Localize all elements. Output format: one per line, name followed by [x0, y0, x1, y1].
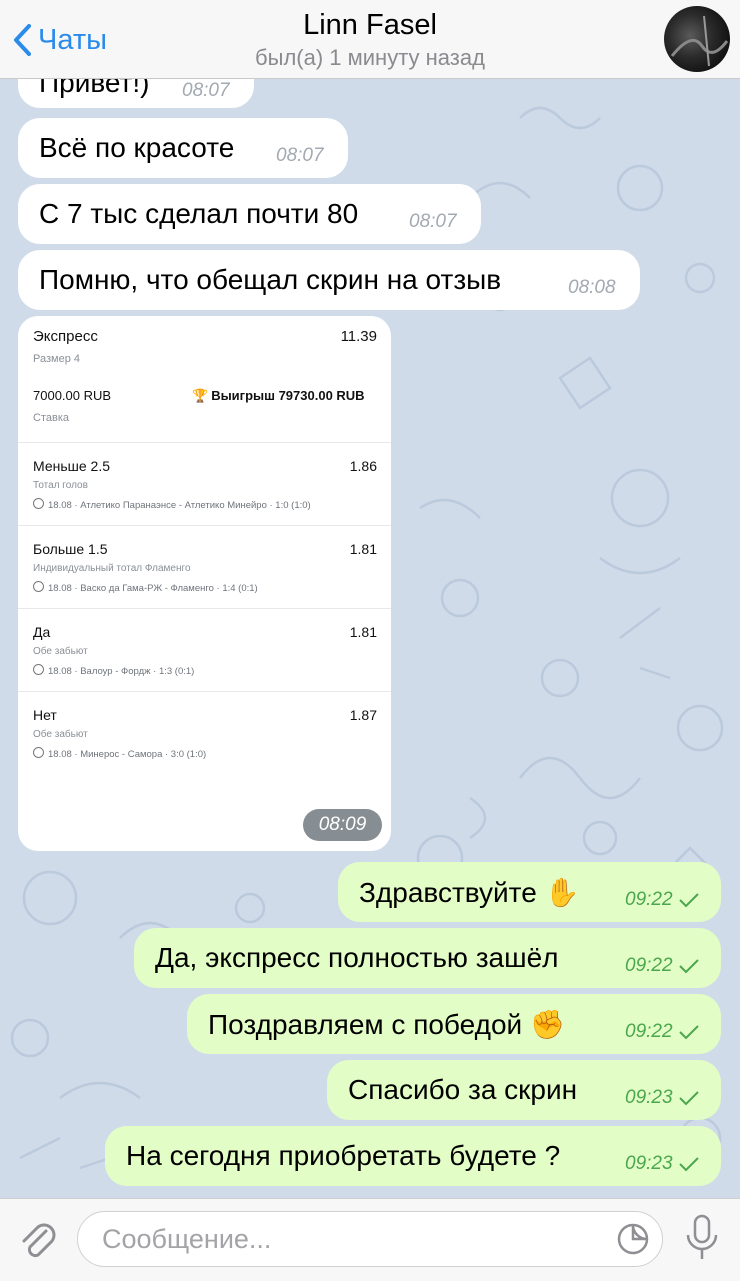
image-time: 08:09 — [303, 809, 382, 841]
win-amount: 🏆 Выигрыш 79730.00 RUB — [192, 388, 365, 404]
bet-selection: Меньше 2.5 — [33, 458, 110, 474]
incoming-message[interactable]: Помню, что обещал скрин на отзыв 08:08 — [18, 250, 640, 310]
bet-selection: Больше 1.5 — [33, 541, 108, 557]
message-time: 08:07 — [182, 80, 230, 101]
outgoing-message[interactable]: Да, экспресс полностью зашёл 09:22 — [134, 928, 721, 988]
bet-row: Больше 1.5 1.81 Индивидуальный тотал Фла… — [18, 541, 391, 623]
read-check-icon — [679, 893, 699, 908]
match-text: 18.08 · Атлетико Паранаэнсе - Атлетико М… — [48, 500, 311, 511]
message-text: Помню, что обещал скрин на отзыв — [39, 264, 502, 295]
bet-screenshot-image[interactable]: Экспресс 11.39 Размер 4 7000.00 RUB Став… — [18, 316, 391, 851]
bet-market: Тотал голов — [33, 480, 88, 491]
outgoing-message[interactable]: Поздравляем с победой ✊ 09:22 — [187, 994, 721, 1054]
win-text: Выигрыш 79730.00 RUB — [211, 388, 365, 403]
message-input[interactable] — [100, 1212, 604, 1267]
contact-status: был(а) 1 минуту назад — [255, 45, 485, 70]
message-text: С 7 тыс сделал почти 80 — [39, 198, 359, 229]
divider — [18, 608, 391, 609]
match-text: 18.08 · Валоур - Фордж · 1:3 (0:1) — [48, 666, 195, 677]
avatar[interactable] — [664, 6, 730, 72]
message-text: Поздравляем с победой ✊ — [208, 1009, 565, 1040]
stake-amount: 7000.00 RUB — [33, 388, 112, 403]
bet-row: Меньше 2.5 1.86 Тотал голов 18.08 · Атле… — [18, 458, 391, 540]
message-text: На сегодня приобретать будете ? — [126, 1140, 561, 1171]
contact-name[interactable]: Linn Fasel — [0, 9, 740, 42]
message-time: 09:22 — [625, 1021, 673, 1042]
express-title: Экспресс — [33, 328, 98, 345]
match-text: 18.08 · Минерос - Самора · 3:0 (1:0) — [48, 749, 207, 760]
message-time: 09:23 — [625, 1153, 673, 1174]
bet-market: Обе забьют — [33, 646, 88, 657]
read-check-icon — [679, 1091, 699, 1106]
bet-odd: 1.81 — [349, 541, 377, 557]
express-size: Размер 4 — [33, 353, 80, 365]
message-time: 08:08 — [568, 277, 616, 298]
microphone-icon[interactable] — [684, 1213, 720, 1263]
divider — [18, 442, 391, 443]
bet-row: Да 1.81 Обе забьют 18.08 · Валоур - Форд… — [18, 624, 391, 706]
bet-odd: 1.81 — [349, 624, 377, 640]
football-icon — [33, 498, 44, 509]
message-text: Спасибо за скрин — [348, 1074, 578, 1105]
bet-row: Нет 1.87 Обе забьют 18.08 · Минерос - Са… — [18, 707, 391, 789]
incoming-message[interactable]: Всё по красоте 08:07 — [18, 118, 348, 178]
message-time: 08:07 — [276, 145, 324, 166]
bet-selection: Да — [33, 624, 51, 640]
football-icon — [33, 664, 44, 675]
chat-header: Чаты Linn Fasel был(а) 1 минуту назад — [0, 0, 740, 79]
message-time: 09:22 — [625, 955, 673, 976]
trophy-icon: 🏆 — [192, 388, 209, 403]
match-text: 18.08 · Васко да Гама-РЖ - Фламенго · 1:… — [48, 583, 258, 594]
sticker-icon[interactable] — [616, 1222, 650, 1256]
divider — [18, 691, 391, 692]
bet-selection: Нет — [33, 707, 57, 723]
read-check-icon — [679, 1157, 699, 1172]
message-time: 09:22 — [625, 889, 673, 910]
message-time: 08:07 — [409, 211, 457, 232]
bet-market: Обе забьют — [33, 729, 88, 740]
message-text: Да, экспресс полностью зашёл — [155, 942, 559, 973]
outgoing-message[interactable]: На сегодня приобретать будете ? 09:23 — [105, 1126, 721, 1186]
bet-match: 18.08 · Валоур - Фордж · 1:3 (0:1) — [33, 664, 194, 677]
read-check-icon — [679, 1025, 699, 1040]
attach-icon[interactable] — [18, 1217, 58, 1263]
outgoing-message[interactable]: Спасибо за скрин 09:23 — [327, 1060, 721, 1120]
outgoing-message[interactable]: Здравствуйте ✋ 09:22 — [338, 862, 721, 922]
bet-match: 18.08 · Атлетико Паранаэнсе - Атлетико М… — [33, 498, 311, 511]
message-text: Всё по красоте — [39, 132, 235, 163]
incoming-message[interactable]: С 7 тыс сделал почти 80 08:07 — [18, 184, 481, 244]
total-odds: 11.39 — [340, 328, 377, 345]
bet-odd: 1.87 — [349, 707, 377, 723]
bet-odd: 1.86 — [349, 458, 377, 474]
read-check-icon — [679, 959, 699, 974]
message-text: Здравствуйте ✋ — [359, 877, 580, 908]
football-icon — [33, 747, 44, 758]
bet-match: 18.08 · Васко да Гама-РЖ - Фламенго · 1:… — [33, 581, 258, 594]
football-icon — [33, 581, 44, 592]
message-time: 09:23 — [625, 1087, 673, 1108]
message-field[interactable] — [77, 1211, 663, 1267]
divider — [18, 525, 391, 526]
message-input-bar — [0, 1198, 740, 1281]
bet-market: Индивидуальный тотал Фламенго — [33, 563, 191, 574]
bet-match: 18.08 · Минерос - Самора · 3:0 (1:0) — [33, 747, 206, 760]
stake-label: Ставка — [33, 412, 69, 424]
avatar-photo — [670, 15, 729, 67]
